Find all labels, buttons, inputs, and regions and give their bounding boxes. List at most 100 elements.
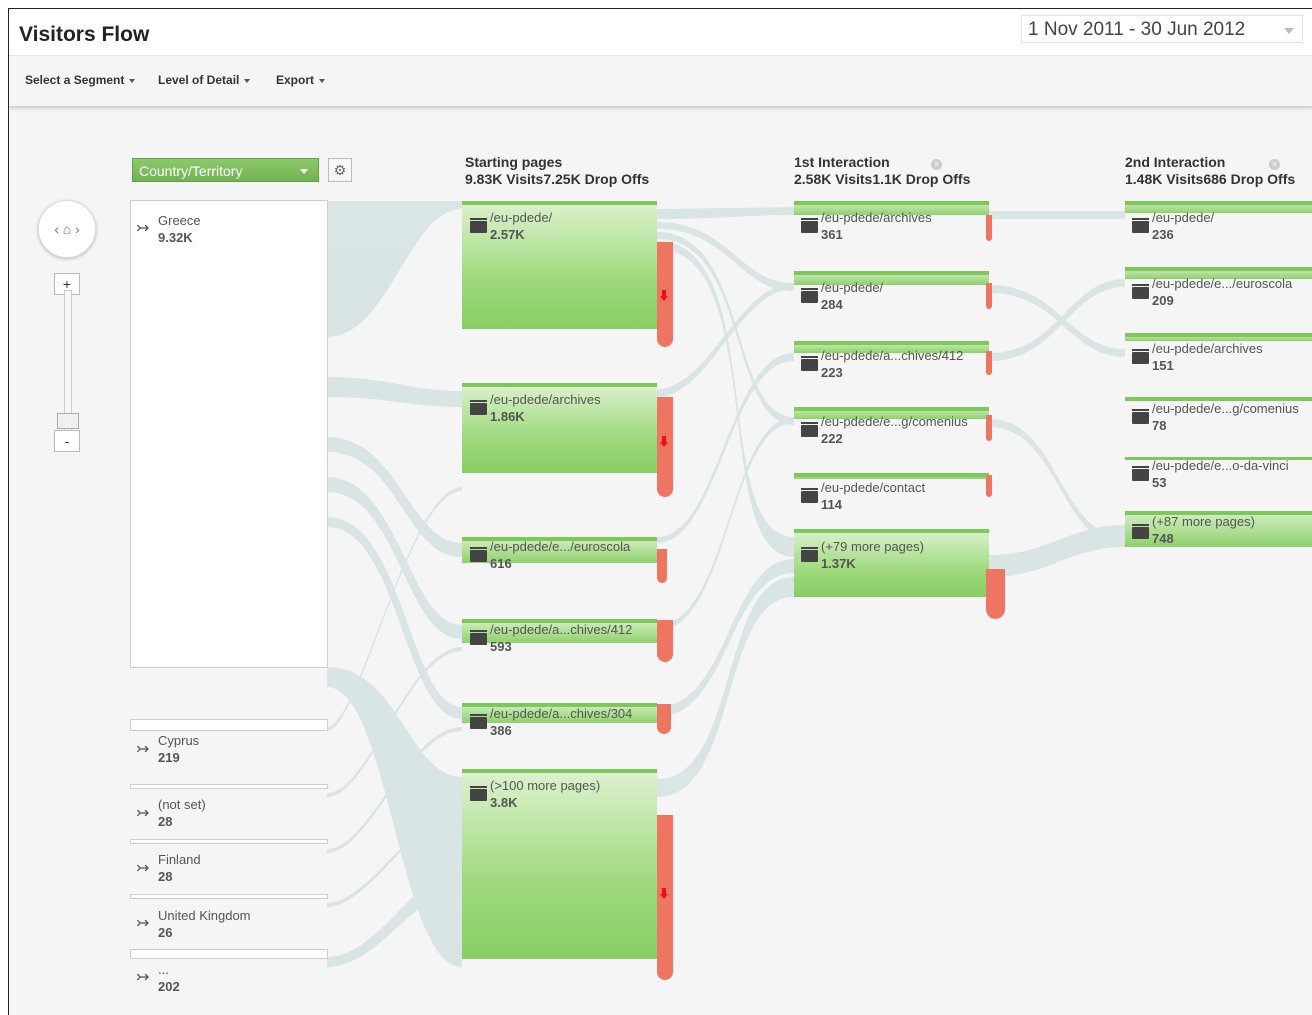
column-header-starting-pages: Starting pages 9.83K Visits7.25K Drop Of…	[465, 154, 649, 188]
node-label: /eu-pdede/a...chives/304 386	[490, 705, 632, 739]
drop-off-bar[interactable]	[657, 549, 667, 583]
node-name: /eu-pdede/archives	[821, 210, 932, 225]
node-label: /eu-pdede/a...chives/412 593	[490, 621, 632, 655]
node-count: 209	[1152, 293, 1174, 308]
drop-off-bar[interactable]	[657, 397, 673, 497]
dimension-select[interactable]: Country/Territory	[132, 158, 319, 182]
page-icon	[470, 547, 487, 562]
drop-off-bar[interactable]	[986, 475, 992, 497]
page-icon	[470, 400, 487, 415]
node-count: 151	[1152, 358, 1174, 373]
drop-off-bar[interactable]	[986, 351, 992, 375]
node-name: (>100 more pages)	[490, 778, 601, 793]
node-name: (+79 more pages)	[821, 539, 924, 554]
country-label: Greece 9.32K	[158, 212, 201, 246]
column-header-1st-interaction: 1st Interaction 2.58K Visits1.1K Drop Of…	[794, 154, 970, 188]
country-name: United Kingdom	[158, 908, 251, 923]
flow-path	[327, 337, 462, 407]
date-range-picker[interactable]: 1 Nov 2011 - 30 Jun 2012	[1021, 15, 1303, 43]
column-stats: 2.58K Visits1.1K Drop Offs	[794, 171, 971, 187]
column-title: 1st Interaction	[794, 154, 890, 170]
date-range-text: 1 Nov 2011 - 30 Jun 2012	[1028, 19, 1246, 40]
node-name: /eu-pdede/e...g/comenius	[821, 414, 968, 429]
minus-icon: -	[64, 433, 70, 449]
node-name: /eu-pdede/	[1152, 210, 1215, 225]
country-node-finland[interactable]	[130, 839, 328, 844]
page-icon	[1132, 284, 1149, 299]
country-count: 26	[158, 925, 173, 940]
country-count: 219	[158, 750, 180, 765]
share-arrow-icon: ↣	[136, 220, 150, 237]
drop-off-arrow-icon	[660, 290, 668, 301]
country-node-other[interactable]	[130, 949, 328, 959]
node-count: 386	[490, 723, 512, 738]
flow-path	[657, 577, 794, 797]
page-title: Visitors Flow	[19, 23, 150, 46]
node-label: /eu-pdede/contact 114	[821, 479, 925, 513]
page-icon	[470, 786, 487, 801]
close-icon[interactable]: ×	[1269, 159, 1280, 170]
node-label: /eu-pdede/archives 151	[1152, 340, 1263, 374]
node-name: /eu-pdede/e...g/comenius	[1152, 401, 1299, 416]
share-arrow-icon: ↣	[136, 969, 150, 986]
country-node-cyprus[interactable]	[130, 719, 328, 731]
column-header-2nd-interaction: 2nd Interaction 1.48K Visits686 Drop Off…	[1125, 154, 1295, 188]
flow-path	[989, 525, 1125, 577]
page-icon	[1132, 409, 1149, 424]
country-label: (not set) 28	[158, 796, 206, 830]
flow-path	[989, 285, 1125, 357]
node-name: /eu-pdede/archives	[490, 392, 601, 407]
country-label: Finland 28	[158, 851, 201, 885]
drop-off-bar[interactable]	[657, 620, 673, 662]
node-count: 53	[1152, 475, 1167, 490]
node-count: 616	[490, 556, 512, 571]
flow-canvas[interactable]: ‹ ⌂ › + - Country/Territory ⚙ Starting p…	[9, 107, 1312, 1015]
node-count: 2.57K	[490, 227, 525, 242]
zoom-out-button[interactable]: -	[54, 430, 80, 452]
country-node-greece[interactable]	[130, 200, 328, 668]
dimension-settings-button[interactable]: ⚙	[328, 158, 352, 182]
drop-off-bar[interactable]	[986, 415, 992, 441]
country-name: (not set)	[158, 797, 206, 812]
chevron-down-icon	[129, 78, 136, 83]
pan-home-control[interactable]: ‹ ⌂ ›	[38, 200, 96, 258]
flow-path	[657, 207, 794, 219]
node-count: 236	[1152, 227, 1174, 242]
drop-off-bar[interactable]	[986, 215, 992, 241]
node-count: 78	[1152, 418, 1167, 433]
drop-off-bar[interactable]	[657, 704, 671, 734]
node-label: /eu-pdede/archives 361	[821, 209, 932, 243]
drop-off-arrow-icon	[660, 888, 668, 899]
country-label: Cyprus 219	[158, 732, 199, 766]
node-label: (+79 more pages) 1.37K	[821, 538, 924, 572]
level-of-detail-menu[interactable]: Level of Detail	[158, 73, 251, 87]
node-label: /eu-pdede/e...o-da-vinci 53	[1152, 457, 1289, 491]
country-label: United Kingdom 26	[158, 907, 251, 941]
page-icon	[470, 714, 487, 729]
zoom-slider-handle[interactable]	[57, 413, 79, 429]
export-menu[interactable]: Export	[276, 73, 326, 87]
node-label: /eu-pdede/284	[821, 279, 883, 313]
country-node-united-kingdom[interactable]	[130, 894, 328, 899]
node-count: 593	[490, 639, 512, 654]
country-count: 28	[158, 869, 173, 884]
page-icon	[470, 218, 487, 233]
chevron-down-icon	[300, 169, 308, 174]
country-count: 202	[158, 979, 180, 994]
header: Visitors Flow 1 Nov 2011 - 30 Jun 2012	[9, 9, 1312, 55]
node-name: /eu-pdede/	[821, 280, 884, 295]
select-segment-menu[interactable]: Select a Segment	[25, 73, 136, 87]
page-icon	[1132, 524, 1149, 539]
node-name: /eu-pdede/e.../euroscola	[490, 539, 631, 554]
level-of-detail-label: Level of Detail	[158, 73, 240, 87]
close-icon[interactable]: ×	[931, 159, 942, 170]
node-label: /eu-pdede/2.57K	[490, 209, 552, 243]
node-label: (>100 more pages) 3.8K	[490, 777, 600, 811]
drop-off-bar[interactable]	[986, 283, 992, 309]
node-count: 223	[821, 365, 843, 380]
node-label: /eu-pdede/e...g/comenius 78	[1152, 400, 1299, 434]
node-name: /eu-pdede/a...chives/412	[821, 348, 964, 363]
drop-off-bar[interactable]	[986, 569, 1005, 619]
share-arrow-icon: ↣	[136, 741, 150, 758]
country-node-not-set[interactable]	[130, 784, 328, 789]
